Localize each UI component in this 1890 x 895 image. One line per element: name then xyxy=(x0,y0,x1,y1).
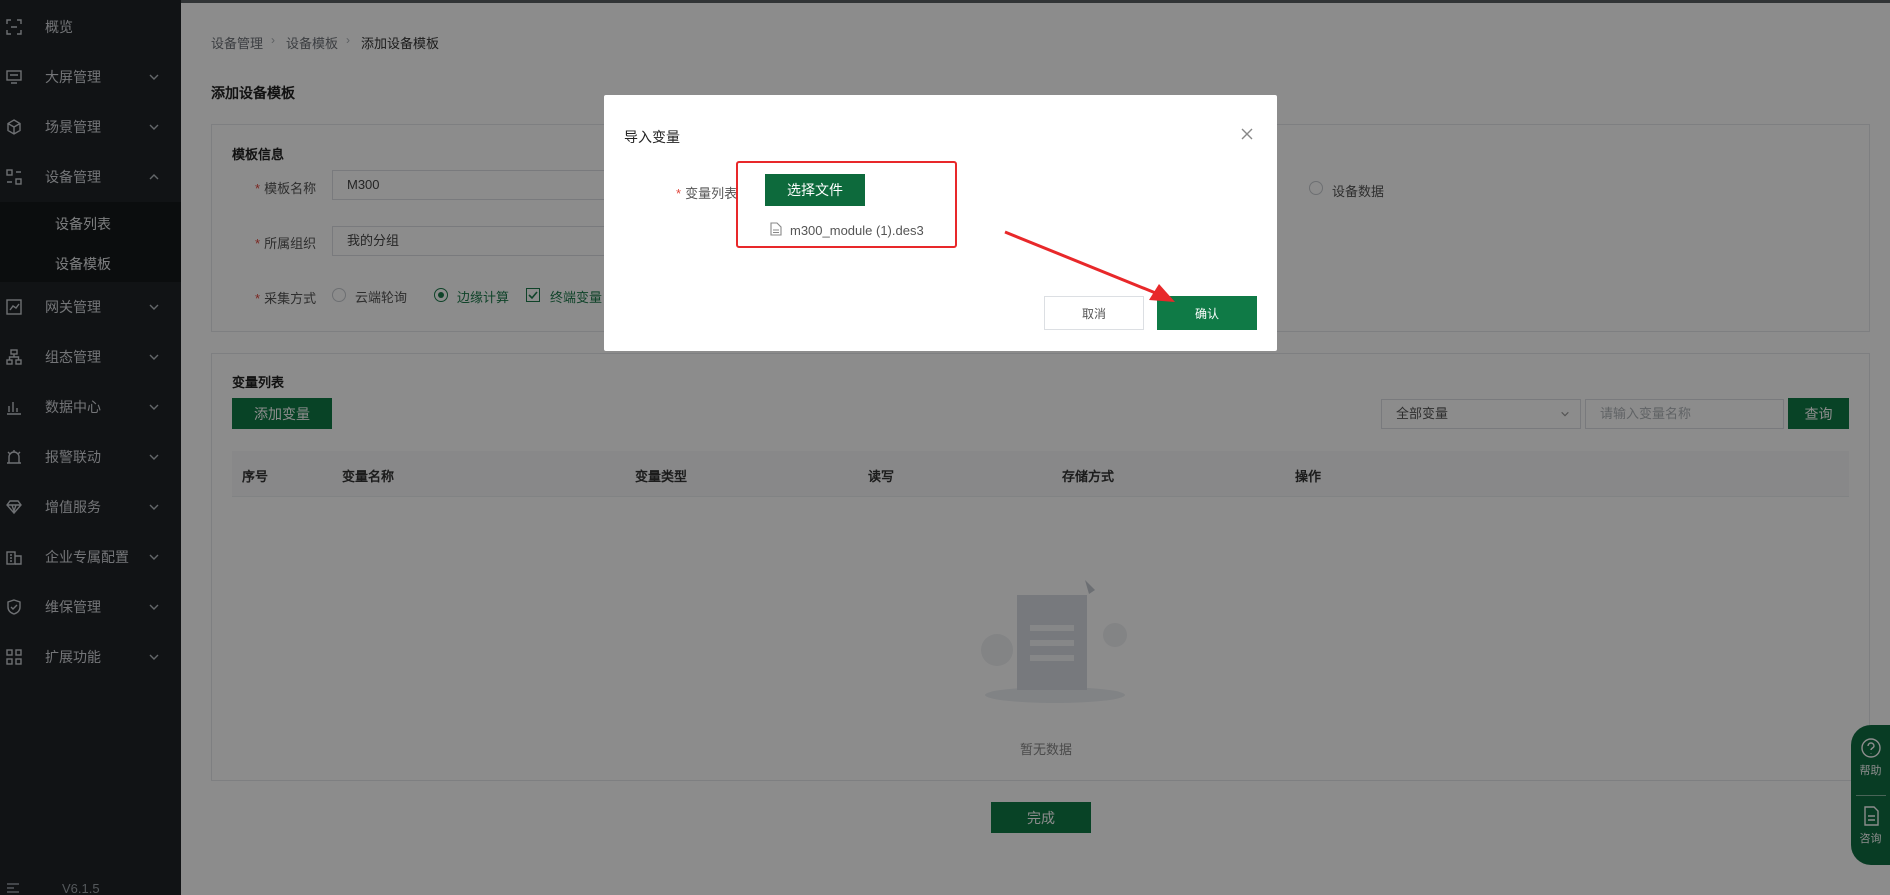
cancel-button[interactable]: 取消 xyxy=(1044,296,1144,330)
close-icon[interactable] xyxy=(1240,127,1254,141)
choose-file-button[interactable]: 选择文件 xyxy=(765,174,865,206)
dialog-title: 导入变量 xyxy=(624,129,680,145)
import-variable-dialog: 导入变量 * 变量列表 选择文件 m300_module (1).des3 取消 … xyxy=(604,95,1277,351)
confirm-button[interactable]: 确认 xyxy=(1157,296,1257,330)
uploaded-file-name[interactable]: m300_module (1).des3 xyxy=(790,223,924,238)
variable-list-label: * 变量列表 xyxy=(676,186,738,201)
file-icon xyxy=(770,222,782,236)
